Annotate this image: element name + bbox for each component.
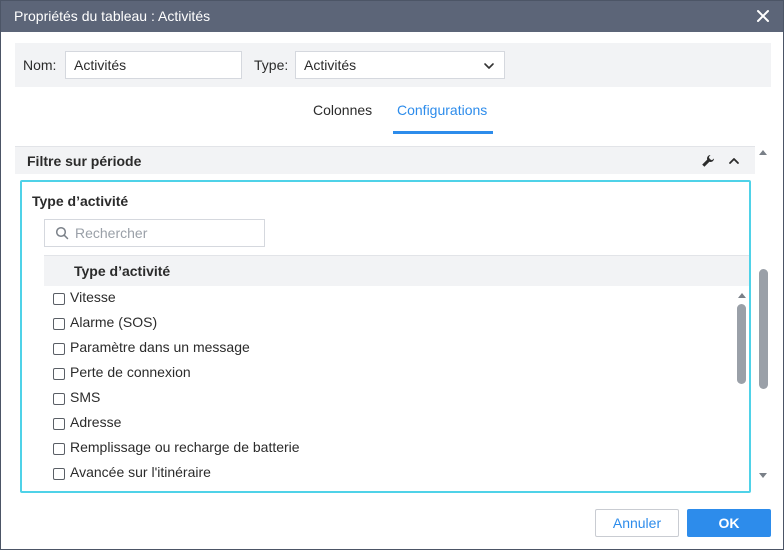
window-title: Propriétés du tableau : Activités [14,8,211,24]
section-title: Filtre sur période [27,153,142,169]
list-item[interactable]: SMS [44,386,734,411]
tab-configurations[interactable]: Configurations [397,102,487,118]
search-icon [55,226,69,240]
list-item-label: Perte de connexion [70,364,191,380]
type-select-value: Activités [304,57,357,73]
tab-columns[interactable]: Colonnes [313,102,372,118]
type-label: Type: [254,57,289,73]
activity-type-filter: Type d’activité Type d’activité Vitesse … [20,180,751,493]
checkbox[interactable] [53,443,65,455]
checkbox[interactable] [53,418,65,430]
search-input[interactable] [75,223,255,243]
close-icon[interactable] [755,8,771,24]
properties-panel: Nom: Type: Activités [15,43,771,87]
properties-dialog: Propriétés du tableau : Activités Nom: T… [0,0,784,550]
list-item-label: Vitesse [70,289,116,305]
outer-scrollbar-thumb[interactable] [759,269,768,389]
tab-bar: Colonnes Configurations [1,93,783,135]
list-item[interactable]: Alarme (SOS) [44,311,734,336]
wrench-icon[interactable] [701,154,715,168]
name-input[interactable] [65,51,242,79]
list-item-label: Paramètre dans un message [70,339,250,355]
filter-title: Type d’activité [32,193,129,209]
list-item-label: Remplissage ou recharge de batterie [70,439,300,455]
checkbox[interactable] [53,343,65,355]
type-select[interactable]: Activités [295,51,505,79]
checkbox[interactable] [53,468,65,480]
list-item-label: Alarme (SOS) [70,314,158,330]
checkbox[interactable] [53,393,65,405]
name-label: Nom: [23,57,57,73]
activity-type-list: Vitesse Alarme (SOS) Paramètre dans un m… [44,286,734,491]
checkbox[interactable] [53,293,65,305]
title-bar: Propriétés du tableau : Activités [1,1,783,32]
list-item[interactable]: Vitesse [44,286,734,311]
list-header: Type d’activité [44,255,749,286]
scroll-up-icon[interactable] [736,290,748,300]
chevron-down-icon [484,63,494,69]
chevron-up-icon[interactable] [727,154,741,168]
scroll-down-icon[interactable] [757,471,769,481]
list-item[interactable]: Remplissage ou recharge de batterie [44,436,734,461]
cancel-button[interactable]: Annuler [595,509,679,537]
list-item[interactable]: Perte de connexion [44,361,734,386]
list-item-label: Adresse [70,414,122,430]
column-header: Type d’activité [74,263,171,279]
list-item-label: Avancée sur l'itinéraire [70,464,211,480]
ok-button[interactable]: OK [687,509,771,537]
list-item[interactable]: Avancée sur l'itinéraire [44,461,734,486]
list-item[interactable]: Paramètre dans un message [44,336,734,361]
list-item[interactable]: Adresse [44,411,734,436]
list-scrollbar-thumb[interactable] [737,304,746,384]
list-item-label: SMS [70,389,101,405]
scroll-up-icon[interactable] [757,147,769,157]
period-filter-header[interactable]: Filtre sur période [15,146,755,174]
checkbox[interactable] [53,318,65,330]
active-tab-indicator [393,131,493,134]
checkbox[interactable] [53,368,65,380]
search-box[interactable] [44,219,265,247]
